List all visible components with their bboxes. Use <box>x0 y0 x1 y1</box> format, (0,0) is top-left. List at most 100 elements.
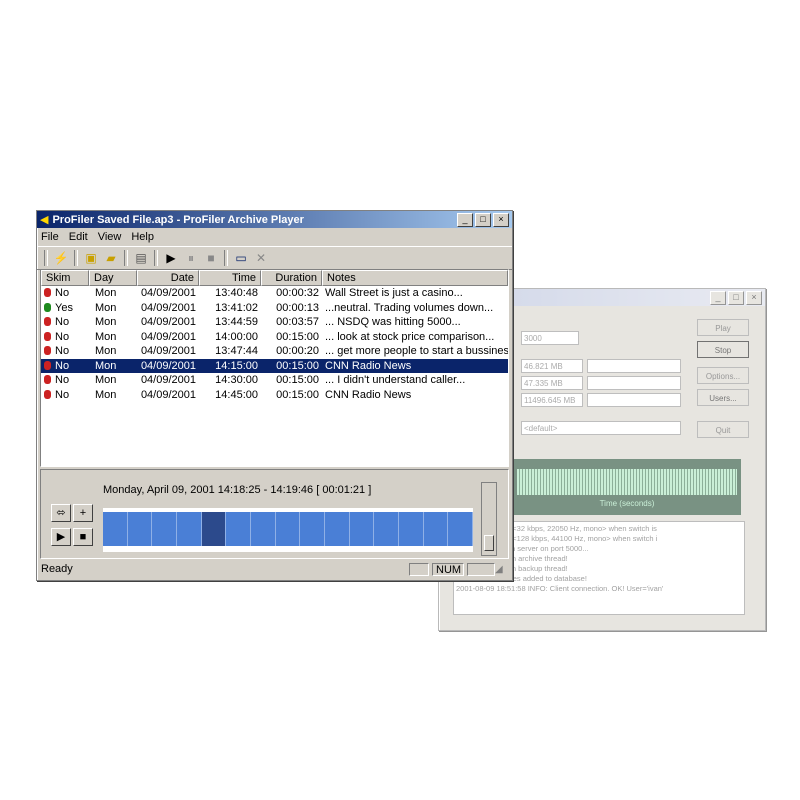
delete-icon[interactable]: ✕ <box>251 249 271 267</box>
zoom-in-button[interactable]: + <box>73 504 93 522</box>
cell-date: 04/09/2001 <box>140 388 196 401</box>
skim-value: No <box>55 388 70 401</box>
column-header-time[interactable]: Time <box>199 270 261 286</box>
minimize-button[interactable]: _ <box>710 290 726 305</box>
play-button[interactable]: Play <box>697 319 749 336</box>
skim-value: No <box>55 359 70 372</box>
timeline-panel: ⬄ + ▶ ■ Monday, April 09, 2001 14:18:25 … <box>40 469 509 559</box>
cell-notes: ... I didn't understand caller... <box>325 374 466 386</box>
timeline-segment[interactable] <box>300 512 325 546</box>
timeline-segment[interactable] <box>127 512 153 546</box>
speaker-icon: ◀ <box>40 214 49 226</box>
timeline-selected-segment[interactable] <box>201 512 227 546</box>
cell-date: 04/09/2001 <box>140 345 196 357</box>
timeline-segment[interactable] <box>251 512 276 546</box>
cell-notes: ... look at stock price comparison... <box>325 330 495 343</box>
cell-duration: 00:00:20 <box>276 345 319 357</box>
menu-edit[interactable]: Edit <box>69 231 88 243</box>
blank-field-3 <box>587 393 681 407</box>
users-button[interactable]: Users... <box>697 389 749 406</box>
cell-date: 04/09/2001 <box>140 316 196 328</box>
profile-select[interactable]: <default> <box>521 421 681 435</box>
timeline-segment[interactable] <box>152 512 177 546</box>
cell-duration: 00:15:00 <box>276 330 319 343</box>
close-button[interactable]: × <box>493 212 509 227</box>
table-row[interactable]: No Mon 04/09/2001 14:15:00 00:15:00 CNN Radio… <box>41 358 508 373</box>
log-line: 2001-08-09 18:51:58 INFO: Client connect… <box>456 584 664 593</box>
table-row[interactable]: No Mon 04/09/2001 13:47:44 00:00:20 ... get m… <box>41 344 508 359</box>
microphone-icon <box>44 375 51 384</box>
table-row[interactable]: Yes Mon 04/09/2001 13:41:02 00:00:13 ...neutr… <box>41 301 508 316</box>
title-bar: ◀ ProFiler Saved File.ap3 - ProFiler Arc… <box>37 211 512 228</box>
timeline-range-label: Monday, April 09, 2001 14:18:25 - 14:19:… <box>103 484 372 496</box>
timeline-segment[interactable] <box>226 512 251 546</box>
resize-grip-icon[interactable]: ◢ <box>495 564 507 575</box>
timeline-segment[interactable] <box>423 512 449 546</box>
quit-button[interactable]: Quit <box>697 421 749 438</box>
status-pane <box>467 562 495 576</box>
lightning-icon[interactable]: ⚡ <box>51 249 71 267</box>
options-button[interactable]: Options... <box>697 367 749 384</box>
column-header-notes[interactable]: Notes <box>322 270 508 286</box>
timeline-segment[interactable] <box>374 512 399 546</box>
port-field[interactable]: 3000 <box>521 331 579 345</box>
volume-slider-thumb[interactable] <box>484 535 494 551</box>
pause-icon[interactable]: ⏸ <box>181 249 201 267</box>
stop-icon[interactable]: ■ <box>201 249 221 267</box>
column-header-skim[interactable]: Skim <box>41 270 89 286</box>
cell-notes: ... get more people to start a bussiness <box>325 345 508 357</box>
cell-day: Mon <box>95 374 117 386</box>
cell-duration: 00:15:00 <box>276 374 319 386</box>
stop-segment-button[interactable]: ■ <box>73 528 93 546</box>
cell-time: 14:45:00 <box>215 388 258 401</box>
skim-value: No <box>55 287 70 299</box>
column-header-date[interactable]: Date <box>137 270 199 286</box>
open-folder-icon[interactable]: ▰ <box>101 249 121 267</box>
timeline-bar[interactable] <box>103 508 473 552</box>
recordings-list[interactable]: Skim Day Date Time Duration Notes No Mon 0… <box>40 269 509 467</box>
cell-skim: No <box>41 344 89 359</box>
skim-value: Yes <box>55 301 73 314</box>
cell-time: 13:44:59 <box>215 316 258 328</box>
window-icon[interactable]: ▭ <box>231 249 251 267</box>
microphone-icon <box>44 389 51 399</box>
close-button[interactable]: × <box>746 290 762 305</box>
timeline-segment[interactable] <box>177 512 202 546</box>
play-segment-button[interactable]: ▶ <box>51 528 71 546</box>
play-icon[interactable]: ▶ <box>161 249 181 267</box>
cell-notes: ...neutral. Trading volumes down... <box>325 301 494 314</box>
table-row[interactable]: No Mon 04/09/2001 14:45:00 00:15:00 CNN Radio… <box>41 388 508 403</box>
cell-duration: 00:15:00 <box>276 388 319 401</box>
menu-file[interactable]: File <box>41 231 59 243</box>
maximize-button[interactable]: □ <box>475 212 491 227</box>
menu-help[interactable]: Help <box>131 231 154 243</box>
table-row[interactable]: No Mon 04/09/2001 14:00:00 00:15:00 ... look … <box>41 330 508 345</box>
skim-value: No <box>55 345 70 357</box>
menu-view[interactable]: View <box>98 231 122 243</box>
cell-day: Mon <box>95 316 117 328</box>
column-header-duration[interactable]: Duration <box>261 270 322 286</box>
size-field-3: 11496.645 MB <box>521 393 583 407</box>
new-file-icon[interactable]: ▣ <box>81 249 101 267</box>
table-row[interactable]: No Mon 04/09/2001 13:40:48 00:00:32 Wall Stre… <box>41 286 508 301</box>
skim-value: No <box>55 316 70 328</box>
timeline-segment[interactable] <box>399 512 424 546</box>
column-header-day[interactable]: Day <box>89 270 137 286</box>
zoom-fit-button[interactable]: ⬄ <box>51 504 71 522</box>
timeline-segment[interactable] <box>275 512 301 546</box>
skim-value: No <box>55 330 70 343</box>
timeline-segment[interactable] <box>349 512 375 546</box>
cell-notes: CNN Radio News <box>325 359 412 372</box>
table-row[interactable]: No Mon 04/09/2001 13:44:59 00:03:57 ... NSDQ … <box>41 315 508 330</box>
timeline-segment[interactable] <box>448 512 473 546</box>
table-row[interactable]: No Mon 04/09/2001 14:30:00 00:15:00 ... I did… <box>41 373 508 388</box>
minimize-button[interactable]: _ <box>457 212 473 227</box>
timeline-segment[interactable] <box>103 512 128 546</box>
volume-slider[interactable] <box>481 482 497 556</box>
maximize-button[interactable]: □ <box>728 290 744 305</box>
save-icon[interactable]: ▤ <box>131 249 151 267</box>
toolbar-separator <box>154 250 158 266</box>
timeline-segment[interactable] <box>325 512 350 546</box>
menu-bar: File Edit View Help <box>37 228 512 246</box>
stop-button[interactable]: Stop <box>697 341 749 358</box>
